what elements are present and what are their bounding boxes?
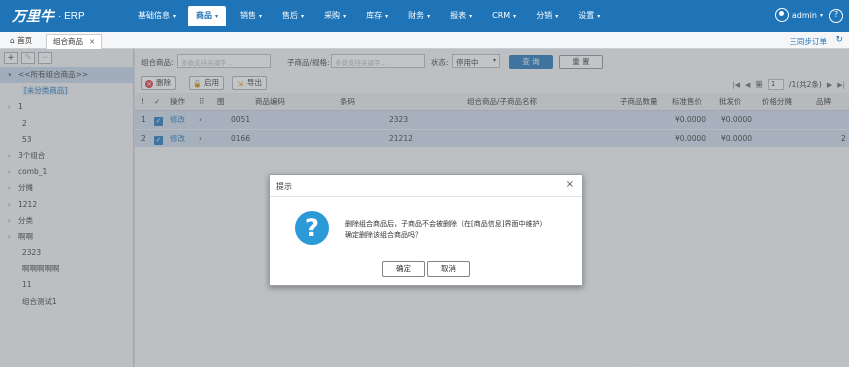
tab-strip: ⌂ 首页 组合商品 × 三同步订单 ↻ bbox=[0, 32, 849, 49]
nav-purchase[interactable]: 采购 ▾ bbox=[314, 0, 356, 32]
nav-distribution[interactable]: 分销 ▾ bbox=[526, 0, 568, 32]
tab-home[interactable]: ⌂ 首页 bbox=[4, 34, 38, 49]
app-logo[interactable]: 万里牛 · ERP bbox=[12, 6, 85, 26]
confirm-dialog: 提示 × ? 删除组合商品后，子商品不会被删除（在[商品信息]界面中维护） 确定… bbox=[269, 174, 583, 286]
nav-after-sales[interactable]: 售后 ▾ bbox=[272, 0, 314, 32]
ok-button[interactable]: 确定 bbox=[382, 261, 425, 277]
tab-combo-goods[interactable]: 组合商品 × bbox=[46, 34, 103, 49]
nav-finance[interactable]: 财务 ▾ bbox=[398, 0, 440, 32]
dialog-message: 删除组合商品后，子商品不会被删除（在[商品信息]界面中维护） bbox=[345, 220, 547, 228]
logo-suffix: · ERP bbox=[58, 10, 85, 22]
refresh-icon[interactable]: ↻ bbox=[835, 35, 843, 45]
nav-goods[interactable]: 商品 ▾ bbox=[188, 6, 227, 26]
user-name: admin bbox=[791, 10, 817, 20]
close-icon[interactable]: × bbox=[566, 179, 574, 190]
nav-reports[interactable]: 报表 ▾ bbox=[440, 0, 482, 32]
tab-close-icon[interactable]: × bbox=[89, 37, 95, 46]
logo-brand: 万里牛 bbox=[12, 9, 54, 25]
user-avatar-icon bbox=[774, 8, 789, 22]
nav-basic-info[interactable]: 基础信息 ▾ bbox=[128, 0, 186, 32]
user-menu[interactable]: admin ▾ bbox=[774, 8, 823, 22]
headset-icon[interactable]: ? bbox=[829, 9, 843, 23]
question-icon: ? bbox=[295, 211, 329, 245]
nav-crm[interactable]: CRM ▾ bbox=[482, 0, 526, 32]
nav-sales[interactable]: 销售 ▾ bbox=[230, 0, 272, 32]
nav-settings[interactable]: 设置 ▾ bbox=[568, 0, 610, 32]
dialog-title: 提示 bbox=[276, 182, 292, 191]
top-navbar: 万里牛 · ERP 基础信息 ▾ 商品 ▾ 销售 ▾ 售后 ▾ 采购 ▾ 库存 ▾ 财务 ▾ … bbox=[0, 0, 849, 32]
dialog-question: 确定删除该组合商品吗？ bbox=[345, 231, 422, 239]
main-nav: 基础信息 ▾ 商品 ▾ 销售 ▾ 售后 ▾ 采购 ▾ 库存 ▾ 财务 ▾ 报表 ▾ CRM ▾ 分… bbox=[128, 0, 610, 32]
sync-orders-link[interactable]: 三同步订单 bbox=[790, 36, 828, 47]
cancel-button[interactable]: 取消 bbox=[427, 261, 470, 277]
nav-inventory[interactable]: 库存 ▾ bbox=[356, 0, 398, 32]
dialog-header: 提示 × bbox=[270, 175, 582, 197]
